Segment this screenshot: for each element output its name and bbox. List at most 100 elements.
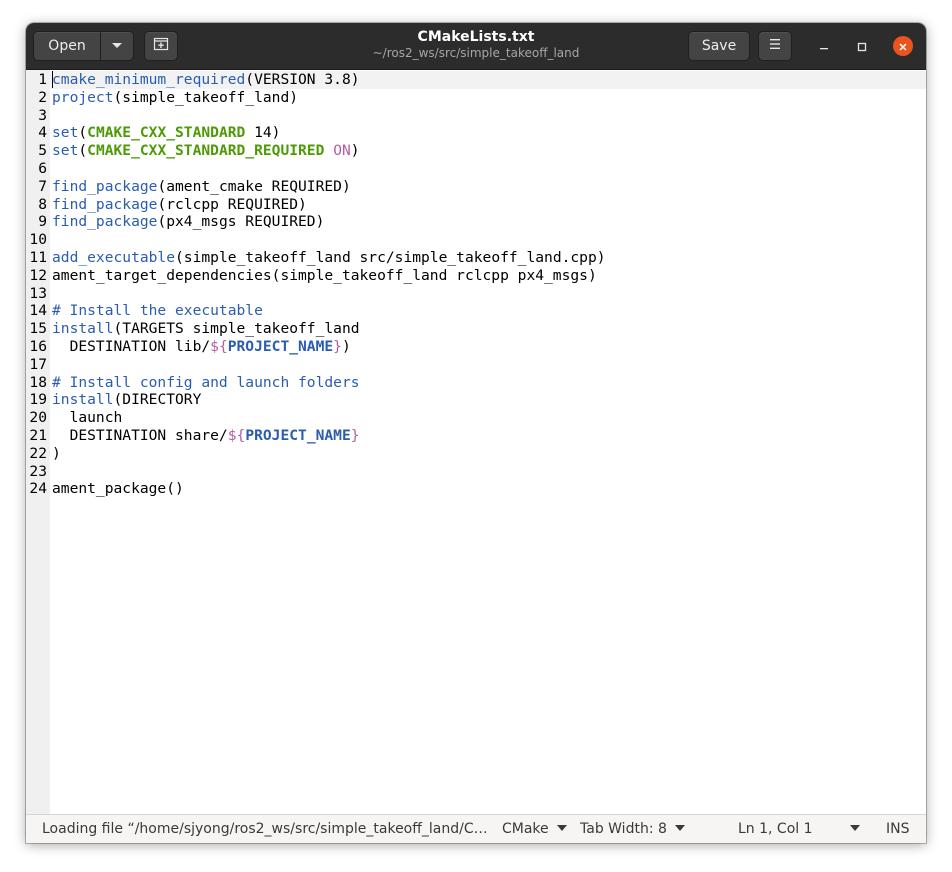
code-line[interactable]: 9 find_package(px4_msgs REQUIRED) <box>26 213 926 231</box>
line-number: 22 <box>29 444 47 462</box>
line-number: 15 <box>29 320 47 338</box>
code-line[interactable]: 5 set(CMAKE_CXX_STANDARD_REQUIRED ON) <box>26 142 926 160</box>
text-editor-window: Open CMakeLists.txt ~/ros2_ws/src/simple… <box>26 23 926 843</box>
new-tab-button[interactable] <box>144 31 178 61</box>
go-to-line-menu[interactable] <box>842 821 860 837</box>
chevron-down-icon <box>674 825 685 831</box>
line-number: 1 <box>38 71 47 88</box>
line-number: 20 <box>29 409 47 427</box>
line-text: install(TARGETS simple_takeoff_land <box>52 320 360 338</box>
save-button[interactable]: Save <box>688 31 750 61</box>
line-number: 17 <box>29 355 47 373</box>
language-selector[interactable]: CMake <box>502 821 567 837</box>
cursor-position: Ln 1, Col 1 <box>738 821 813 837</box>
title-block: CMakeLists.txt ~/ros2_ws/src/simple_take… <box>326 28 626 61</box>
line-text: DESTINATION lib/${PROJECT_NAME}) <box>52 337 351 355</box>
line-text: find_package(rclcpp REQUIRED) <box>52 195 307 213</box>
code-line[interactable]: 12 ament_target_dependencies(simple_takeo… <box>26 267 926 285</box>
code-line[interactable]: 20 launch <box>26 409 926 427</box>
code-line[interactable]: 6 <box>26 160 926 178</box>
code-line[interactable]: 24 ament_package() <box>26 480 926 498</box>
text-editor-area[interactable]: 1 cmake_minimum_required(VERSION 3.8) 2 pro… <box>26 70 926 814</box>
line-number: 8 <box>38 195 47 213</box>
chevron-down-icon <box>556 825 567 831</box>
code-line[interactable]: 18 # Install config and launch folders <box>26 374 926 392</box>
line-number: 18 <box>29 373 47 391</box>
line-text: DESTINATION share/${PROJECT_NAME} <box>52 426 360 444</box>
code-line[interactable]: 13 <box>26 285 926 303</box>
line-text: launch <box>52 409 123 427</box>
line-text: ament_target_dependencies(simple_takeoff… <box>52 266 597 284</box>
code-line[interactable]: 23 <box>26 463 926 481</box>
line-number: 4 <box>38 124 47 142</box>
line-number: 24 <box>29 480 47 498</box>
close-button[interactable] <box>893 36 913 56</box>
line-number: 2 <box>38 88 47 106</box>
text-cursor <box>52 71 53 88</box>
tab-width-label: Tab Width: 8 <box>580 821 667 837</box>
line-text: ) <box>52 444 61 462</box>
line-text: find_package(px4_msgs REQUIRED) <box>52 213 325 231</box>
line-text: find_package(ament_cmake REQUIRED) <box>52 177 351 195</box>
line-number: 3 <box>38 106 47 124</box>
line-number: 13 <box>29 284 47 302</box>
minimize-icon <box>819 37 829 56</box>
line-text: set(CMAKE_CXX_STANDARD_REQUIRED ON) <box>52 142 360 160</box>
hamburger-menu-icon <box>768 38 782 54</box>
line-number: 21 <box>29 426 47 444</box>
line-number: 14 <box>29 302 47 320</box>
code-line[interactable]: 4 set(CMAKE_CXX_STANDARD 14) <box>26 124 926 142</box>
open-button-label: Open <box>48 38 86 54</box>
code-line[interactable]: 1 cmake_minimum_required(VERSION 3.8) <box>26 71 926 89</box>
line-text: add_executable(simple_takeoff_land src/s… <box>52 248 606 266</box>
line-text: # Install config and launch folders <box>52 373 360 391</box>
code-line[interactable]: 22) <box>26 445 926 463</box>
window-title: CMakeLists.txt <box>417 29 535 45</box>
line-number: 10 <box>29 231 47 249</box>
code-lines: 1 cmake_minimum_required(VERSION 3.8) 2 pro… <box>26 71 926 498</box>
code-line[interactable]: 11 add_executable(simple_takeoff_land src… <box>26 249 926 267</box>
line-text: ament_package() <box>52 480 184 498</box>
code-line[interactable]: 21 DESTINATION share/${PROJECT_NAME} <box>26 427 926 445</box>
open-button[interactable]: Open <box>33 31 101 61</box>
line-number: 7 <box>38 177 47 195</box>
code-line[interactable]: 15 install(TARGETS simple_takeoff_land <box>26 320 926 338</box>
insert-mode-indicator[interactable]: INS <box>886 821 910 837</box>
chevron-down-icon <box>111 38 123 54</box>
code-line[interactable]: 7 find_package(ament_cmake REQUIRED) <box>26 178 926 196</box>
loading-status-text: Loading file “/home/sjyong/ros2_ws/src/s… <box>42 821 488 837</box>
new-tab-icon <box>153 36 169 56</box>
code-line[interactable]: 10 <box>26 231 926 249</box>
code-line[interactable]: 14 # Install the executable <box>26 302 926 320</box>
line-number: 9 <box>38 213 47 231</box>
code-line[interactable]: 2 project(simple_takeoff_land) <box>26 89 926 107</box>
code-line[interactable]: 8 find_package(rclcpp REQUIRED) <box>26 196 926 214</box>
chevron-down-icon <box>850 825 860 831</box>
maximize-button[interactable] <box>852 36 872 56</box>
line-text: set(CMAKE_CXX_STANDARD 14) <box>52 124 281 142</box>
line-text: project(simple_takeoff_land) <box>52 88 299 106</box>
minimize-button[interactable] <box>814 36 834 56</box>
header-bar: Open CMakeLists.txt ~/ros2_ws/src/simple… <box>26 23 926 70</box>
code-line[interactable]: 3 <box>26 107 926 125</box>
code-line[interactable]: 16 DESTINATION lib/${PROJECT_NAME}) <box>26 338 926 356</box>
line-number: 19 <box>29 391 47 409</box>
line-number: 11 <box>29 248 47 266</box>
code-line[interactable]: 17 <box>26 356 926 374</box>
maximize-icon <box>857 37 867 56</box>
code-line[interactable]: 19 install(DIRECTORY <box>26 391 926 409</box>
status-bar: Loading file “/home/sjyong/ros2_ws/src/s… <box>26 814 926 843</box>
save-button-label: Save <box>701 38 737 54</box>
line-text: install(DIRECTORY <box>52 391 202 409</box>
line-number: 5 <box>38 142 47 160</box>
window-subtitle: ~/ros2_ws/src/simple_takeoff_land <box>372 46 580 60</box>
open-recent-menu-button[interactable] <box>100 31 134 61</box>
line-number: 16 <box>29 337 47 355</box>
line-number: 23 <box>29 462 47 480</box>
language-label: CMake <box>502 821 549 837</box>
line-text: cmake_minimum_required(VERSION 3.8) <box>52 71 360 88</box>
close-icon <box>898 37 908 56</box>
line-number: 6 <box>38 159 47 177</box>
tab-width-selector[interactable]: Tab Width: 8 <box>580 821 685 837</box>
main-menu-button[interactable] <box>758 31 792 61</box>
